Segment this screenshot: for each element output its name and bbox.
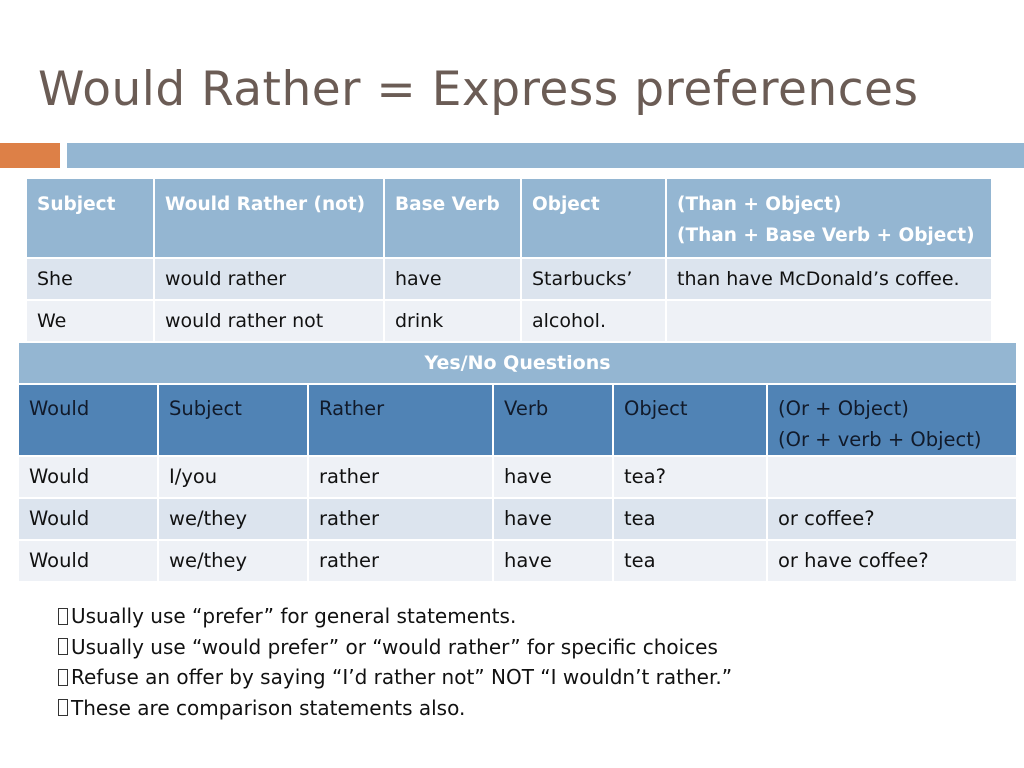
table-cell: have <box>492 539 614 583</box>
table-row: She would rather have Starbucks’ than ha… <box>25 257 993 301</box>
table-cell: have <box>492 455 614 499</box>
note-item: Usually use “prefer” for general stateme… <box>58 601 732 632</box>
table-cell: tea <box>612 539 768 583</box>
note-text: These are comparison statements also. <box>71 695 466 720</box>
table-row: Would I/you rather have tea? <box>17 455 1019 499</box>
table-cell: drink <box>383 299 522 343</box>
question-table: Yes/No Questions Would Subject Rather Ve… <box>16 341 1019 583</box>
table-cell: or coffee? <box>765 497 1019 541</box>
header-rather: Rather <box>307 383 494 457</box>
table-cell <box>765 455 1019 499</box>
table-cell: She <box>25 257 155 301</box>
header-object: Object <box>612 383 768 457</box>
statement-table: Subject Would Rather (not) Base Verb Obj… <box>25 177 993 343</box>
table-cell: than have McDonald’s coffee. <box>665 257 993 301</box>
note-item: These are comparison statements also. <box>58 693 732 724</box>
accent-bar-orange <box>0 143 60 168</box>
header-than-verb-object: (Than + Base Verb + Object) <box>677 225 975 246</box>
table-cell: I/you <box>157 455 309 499</box>
notes-list: Usually use “prefer” for general stateme… <box>58 601 732 723</box>
statement-table-header-row: Subject Would Rather (not) Base Verb Obj… <box>25 177 993 259</box>
header-object: Object <box>520 177 667 259</box>
table-cell: We <box>25 299 155 343</box>
table-cell: rather <box>307 455 494 499</box>
question-table-header-row: Would Subject Rather Verb Object (Or + O… <box>17 383 1019 457</box>
header-subject: Subject <box>157 383 309 457</box>
accent-bar-blue <box>67 143 1024 168</box>
table-cell: Starbucks’ <box>520 257 667 301</box>
table-cell: would rather <box>153 257 385 301</box>
missing-glyph-bullet-icon <box>58 638 68 656</box>
note-item: Usually use “would prefer” or “would rat… <box>58 632 732 663</box>
question-table-banner-row: Yes/No Questions <box>16 341 1019 385</box>
table-row: Would we/they rather have tea or have co… <box>17 539 1019 583</box>
table-row: We would rather not drink alcohol. <box>25 299 993 343</box>
header-or-object: (Or + Object) <box>778 397 909 420</box>
missing-glyph-bullet-icon <box>58 699 68 717</box>
header-verb: Verb <box>492 383 614 457</box>
table-cell: rather <box>307 539 494 583</box>
table-cell: would rather not <box>153 299 385 343</box>
table-cell: or have coffee? <box>765 539 1019 583</box>
table-cell: have <box>492 497 614 541</box>
table-cell: rather <box>307 497 494 541</box>
note-text: Usually use “prefer” for general stateme… <box>71 604 517 628</box>
table-cell: Would <box>17 539 159 583</box>
table-cell: we/they <box>157 497 309 541</box>
table-cell: Would <box>17 455 159 499</box>
header-or: (Or + Object) (Or + verb + Object) <box>765 383 1019 457</box>
table-cell: tea? <box>612 455 768 499</box>
missing-glyph-bullet-icon <box>58 668 68 686</box>
table-cell: we/they <box>157 539 309 583</box>
header-base-verb: Base Verb <box>383 177 522 259</box>
header-subject: Subject <box>25 177 155 259</box>
header-than: (Than + Object) (Than + Base Verb + Obje… <box>665 177 993 259</box>
question-table-banner: Yes/No Questions <box>16 341 1019 385</box>
table-cell: alcohol. <box>520 299 667 343</box>
note-text: Refuse an offer by saying “I’d rather no… <box>71 665 733 689</box>
table-cell: Would <box>17 497 159 541</box>
table-cell <box>665 299 993 343</box>
slide-title: Would Rather = Express preferences <box>38 62 919 117</box>
note-text: Usually use “would prefer” or “would rat… <box>71 634 718 659</box>
header-would: Would <box>17 383 159 457</box>
header-would-rather: Would Rather (not) <box>153 177 385 259</box>
table-cell: have <box>383 257 522 301</box>
note-item: Refuse an offer by saying “I’d rather no… <box>58 662 732 693</box>
header-than-object: (Than + Object) <box>677 194 842 215</box>
table-cell: tea <box>612 497 768 541</box>
header-or-verb-object: (Or + verb + Object) <box>778 428 982 451</box>
table-row: Would we/they rather have tea or coffee? <box>17 497 1019 541</box>
missing-glyph-bullet-icon <box>58 607 68 625</box>
